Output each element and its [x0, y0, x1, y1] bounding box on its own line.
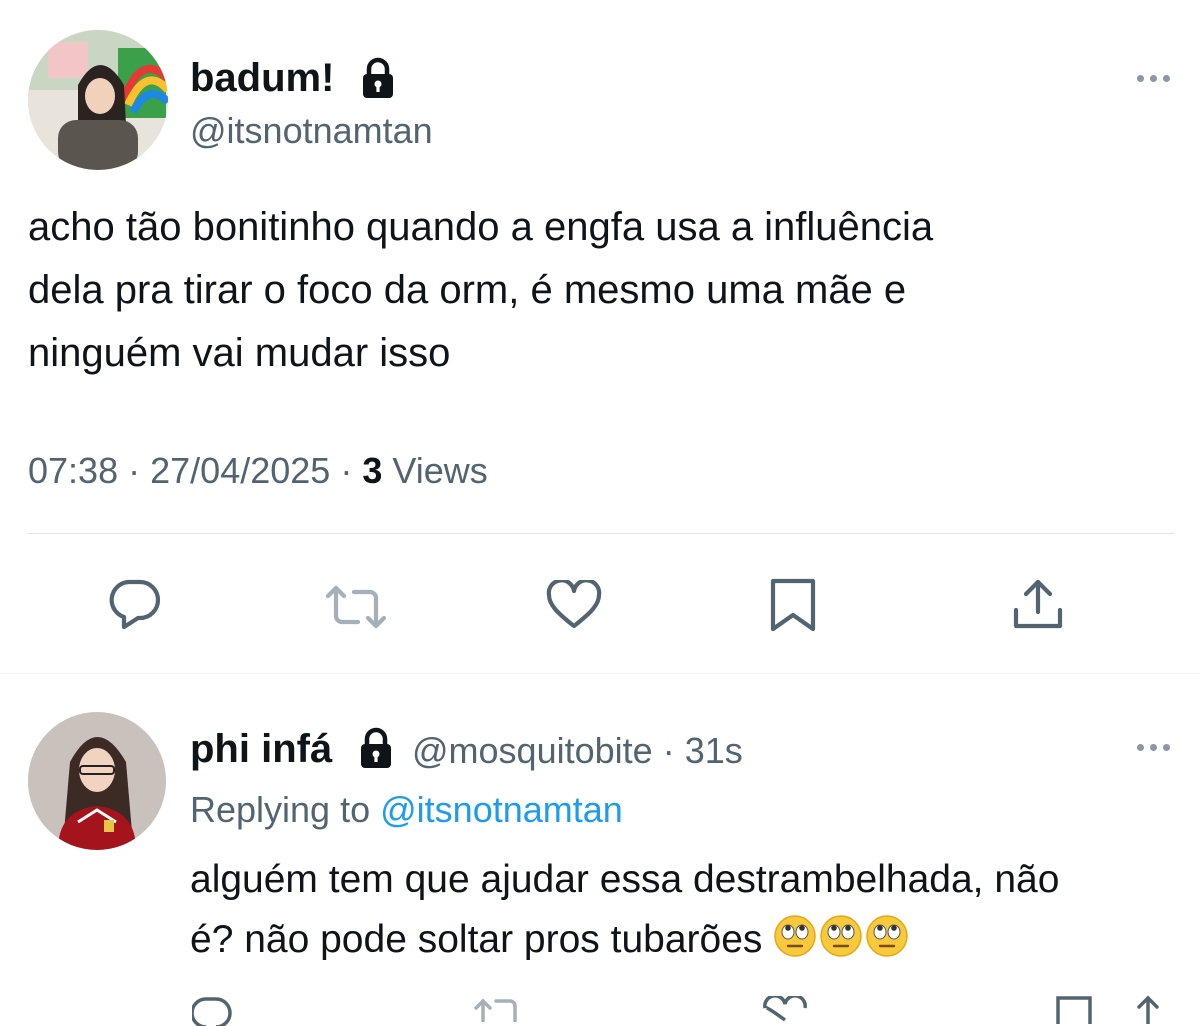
share-icon[interactable] [1010, 576, 1066, 632]
replying-to-label: Replying to [190, 789, 371, 830]
replying-to-handle[interactable]: @itsnotnamtan [380, 789, 623, 830]
reply-icon[interactable] [106, 578, 162, 630]
views-count: 3 [362, 450, 383, 491]
separator: · [340, 450, 353, 491]
rolling-eyes-emoji-icon [773, 915, 911, 961]
tweet-text: acho tão bonitinho quando a engfa usa a … [28, 196, 1178, 385]
reply-handle[interactable]: @mosquitobite [412, 730, 653, 771]
tweet-text-line: dela pra tirar o foco da orm, é mesmo um… [28, 268, 907, 312]
author-avatar[interactable] [28, 30, 168, 170]
reply-share-icon[interactable] [1130, 994, 1166, 1024]
author-display-name[interactable]: badum! [190, 56, 334, 100]
tweet-time[interactable]: 07:38 [28, 450, 118, 491]
lock-icon [359, 57, 397, 99]
retweet-icon[interactable] [324, 584, 388, 630]
avatar-photo [28, 712, 166, 850]
replying-to: Replying to @itsnotnamtan [190, 789, 623, 831]
views-label: Views [392, 450, 488, 491]
author-handle[interactable]: @itsnotnamtan [190, 110, 433, 152]
more-options-icon[interactable] [1137, 744, 1170, 751]
avatar-photo [28, 30, 168, 170]
reply-reply-icon[interactable] [192, 996, 232, 1026]
reply-author-avatar[interactable] [28, 712, 166, 850]
reply-age[interactable]: 31s [685, 730, 743, 771]
reply-text-line-2: é? não pode soltar pros tubarões [190, 918, 763, 961]
author-name[interactable]: badum! [190, 56, 334, 101]
tweet-text-line: acho tão bonitinho quando a engfa usa a … [28, 205, 934, 249]
divider [28, 533, 1174, 534]
tweet-text-line: ninguém vai mudar isso [28, 331, 451, 375]
reply-display-name[interactable]: phi infá [190, 727, 332, 771]
reply-bookmark-icon[interactable] [1054, 994, 1094, 1024]
reply-text: alguém tem que ajudar essa destrambelhad… [190, 850, 1180, 970]
separator: · [662, 730, 675, 771]
reply-header: phi infá [190, 727, 332, 772]
reply-like-icon[interactable] [763, 996, 807, 1022]
reply-text-line: alguém tem que ajudar essa destrambelhad… [190, 858, 1060, 901]
reply-retweet-icon[interactable] [474, 998, 524, 1022]
separator: · [128, 450, 141, 491]
reply-meta: @mosquitobite · 31s [412, 730, 743, 772]
bookmark-icon[interactable] [767, 577, 819, 633]
lock-icon [357, 727, 395, 769]
like-icon[interactable] [546, 580, 602, 630]
tweet-date[interactable]: 27/04/2025 [150, 450, 330, 491]
divider [0, 673, 1200, 674]
reply-text-line: é? não pode soltar pros tubarões [190, 910, 1180, 970]
tweet-meta: 07:38 · 27/04/2025 · 3 Views [28, 450, 488, 492]
more-options-icon[interactable] [1137, 75, 1170, 82]
